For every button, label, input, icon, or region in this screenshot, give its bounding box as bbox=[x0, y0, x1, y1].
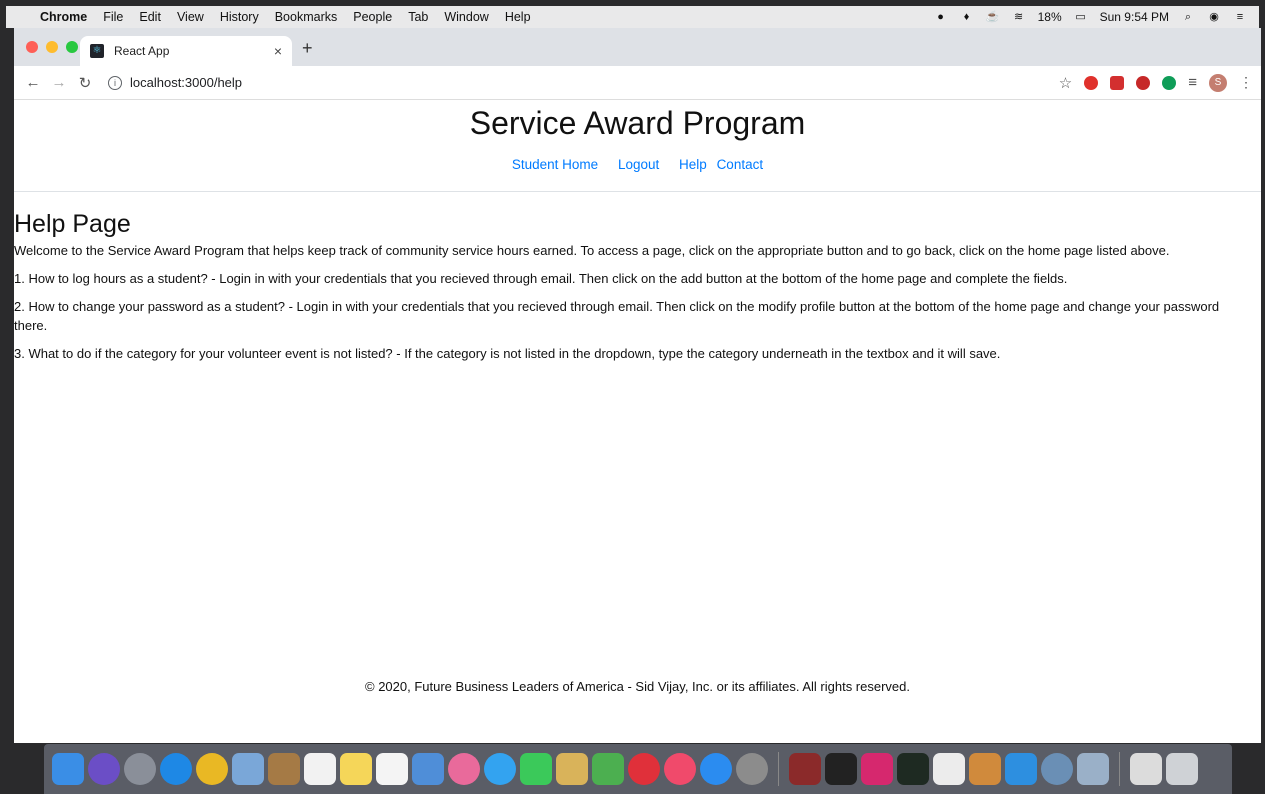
window-controls bbox=[26, 41, 78, 53]
menu-bar-status-area: ● ♦ ☕ ≋ 18% ▭ Sun 9:54 PM ⌕ ◉ ≡ bbox=[934, 10, 1259, 24]
vscode-icon[interactable] bbox=[1005, 753, 1037, 785]
site-info-icon[interactable]: i bbox=[108, 75, 122, 90]
teacup-icon[interactable]: ☕ bbox=[986, 11, 1000, 23]
menu-window[interactable]: Window bbox=[444, 10, 488, 24]
close-tab-icon[interactable]: × bbox=[274, 43, 282, 59]
chrome-icon[interactable] bbox=[196, 753, 228, 785]
forward-icon[interactable]: → bbox=[48, 74, 70, 91]
adblock-plus-icon[interactable] bbox=[1084, 75, 1099, 90]
preview-icon[interactable] bbox=[412, 753, 444, 785]
close-window-button[interactable] bbox=[26, 41, 38, 53]
profile-avatar[interactable]: S bbox=[1209, 73, 1227, 92]
pages-icon[interactable] bbox=[556, 753, 588, 785]
quicktime-icon[interactable] bbox=[1041, 753, 1073, 785]
contacts-icon[interactable] bbox=[268, 753, 300, 785]
zoom-window-button[interactable] bbox=[66, 41, 78, 53]
siri-dock-icon[interactable] bbox=[88, 753, 120, 785]
green-extension-icon[interactable] bbox=[1162, 75, 1177, 90]
safari-icon[interactable] bbox=[160, 753, 192, 785]
react-favicon-icon: ⚛ bbox=[90, 44, 104, 58]
dock-separator bbox=[778, 752, 779, 786]
menu-edit[interactable]: Edit bbox=[139, 10, 161, 24]
location-pin-icon[interactable]: ● bbox=[934, 11, 948, 23]
activity-monitor-icon[interactable] bbox=[897, 753, 929, 785]
extensions-area: ☆ ≡ S ⋮ bbox=[1059, 73, 1253, 92]
browser-tab[interactable]: ⚛ React App × bbox=[80, 36, 292, 66]
facetime-icon[interactable] bbox=[520, 753, 552, 785]
reload-icon[interactable]: ↻ bbox=[74, 74, 96, 92]
nav-logout[interactable]: Logout bbox=[618, 157, 659, 172]
dock-separator bbox=[1119, 752, 1120, 786]
calendar-icon[interactable] bbox=[304, 753, 336, 785]
intellij-icon[interactable] bbox=[861, 753, 893, 785]
bookmark-star-icon[interactable]: ☆ bbox=[1059, 74, 1072, 92]
siri-icon[interactable]: ◉ bbox=[1207, 11, 1221, 23]
macos-menu-bar: Chrome File Edit View History Bookmarks … bbox=[6, 6, 1259, 28]
faq-item: 1. How to log hours as a student? - Logi… bbox=[14, 271, 1068, 286]
site-nav: Student Home Logout Help Contact bbox=[14, 157, 1261, 172]
trash-icon[interactable] bbox=[1166, 753, 1198, 785]
menu-app-name[interactable]: Chrome bbox=[40, 10, 87, 24]
battery-percent: 18% bbox=[1037, 10, 1062, 24]
nav-student-home[interactable]: Student Home bbox=[512, 157, 598, 172]
red-extension-icon[interactable] bbox=[1110, 75, 1125, 90]
back-icon[interactable]: ← bbox=[22, 74, 44, 91]
system-preferences-icon[interactable] bbox=[736, 753, 768, 785]
photos-icon[interactable] bbox=[448, 753, 480, 785]
app-store-icon[interactable] bbox=[700, 753, 732, 785]
menu-file[interactable]: File bbox=[103, 10, 123, 24]
extension-status-icon[interactable]: ♦ bbox=[960, 11, 974, 23]
numbers-icon[interactable] bbox=[592, 753, 624, 785]
messages-icon[interactable] bbox=[484, 753, 516, 785]
macos-dock bbox=[44, 744, 1232, 794]
new-tab-button[interactable]: + bbox=[302, 38, 313, 59]
reminders-icon[interactable] bbox=[376, 753, 408, 785]
nav-help[interactable]: Help bbox=[679, 157, 707, 172]
help-content: Help Page Welcome to the Service Award P… bbox=[14, 209, 1261, 363]
menu-help[interactable]: Help bbox=[505, 10, 531, 24]
site-header: Service Award Program Student Home Logou… bbox=[14, 100, 1261, 192]
wifi-icon[interactable]: ≋ bbox=[1012, 11, 1026, 23]
battery-icon[interactable]: ▭ bbox=[1074, 11, 1088, 23]
chrome-menu-icon[interactable]: ⋮ bbox=[1239, 74, 1253, 91]
menu-history[interactable]: History bbox=[220, 10, 259, 24]
menu-people[interactable]: People bbox=[353, 10, 392, 24]
spotlight-search-icon[interactable]: ⌕ bbox=[1181, 11, 1195, 23]
tab-title: React App bbox=[114, 44, 170, 58]
browser-toolbar: ← → ↻ i localhost:3000/help ☆ ≡ S ⋮ bbox=[14, 66, 1261, 100]
clock[interactable]: Sun 9:54 PM bbox=[1100, 10, 1169, 24]
launchpad-icon[interactable] bbox=[124, 753, 156, 785]
desktop: Chrome File Edit View History Bookmarks … bbox=[0, 0, 1265, 794]
chrome-window: ⚛ React App × + ← → ↻ i localhost:3000/h… bbox=[14, 28, 1261, 743]
notes-icon[interactable] bbox=[340, 753, 372, 785]
notification-center-icon[interactable]: ≡ bbox=[1233, 11, 1247, 23]
menu-bookmarks[interactable]: Bookmarks bbox=[275, 10, 338, 24]
screenshot-app-icon[interactable] bbox=[1077, 753, 1109, 785]
reading-list-icon[interactable]: ≡ bbox=[1188, 74, 1197, 91]
site-title: Service Award Program bbox=[469, 105, 806, 141]
page-heading: Help Page bbox=[14, 210, 131, 238]
dictionary-icon[interactable] bbox=[789, 753, 821, 785]
address-bar[interactable]: i localhost:3000/help bbox=[108, 75, 242, 90]
adblock-icon[interactable] bbox=[1136, 75, 1151, 90]
keychain-icon[interactable] bbox=[969, 753, 1001, 785]
url-text[interactable]: localhost:3000/help bbox=[130, 75, 242, 90]
intro-paragraph: Welcome to the Service Award Program tha… bbox=[14, 243, 1170, 258]
tab-strip: ⚛ React App × + bbox=[14, 28, 1261, 66]
textedit-icon[interactable] bbox=[933, 753, 965, 785]
page-footer: © 2020, Future Business Leaders of Ameri… bbox=[365, 679, 910, 694]
faq-item: 3. What to do if the category for your v… bbox=[14, 346, 1001, 361]
terminal-icon[interactable] bbox=[825, 753, 857, 785]
minimize-window-button[interactable] bbox=[46, 41, 58, 53]
news-icon[interactable] bbox=[628, 753, 660, 785]
finder-icon[interactable] bbox=[52, 753, 84, 785]
mail-icon[interactable] bbox=[232, 753, 264, 785]
menu-tab[interactable]: Tab bbox=[408, 10, 428, 24]
menu-view[interactable]: View bbox=[177, 10, 204, 24]
page-viewport: Service Award Program Student Home Logou… bbox=[14, 100, 1261, 743]
downloads-folder-icon[interactable] bbox=[1130, 753, 1162, 785]
faq-item: 2. How to change your password as a stud… bbox=[14, 299, 1220, 333]
music-icon[interactable] bbox=[664, 753, 696, 785]
nav-contact[interactable]: Contact bbox=[717, 157, 764, 172]
